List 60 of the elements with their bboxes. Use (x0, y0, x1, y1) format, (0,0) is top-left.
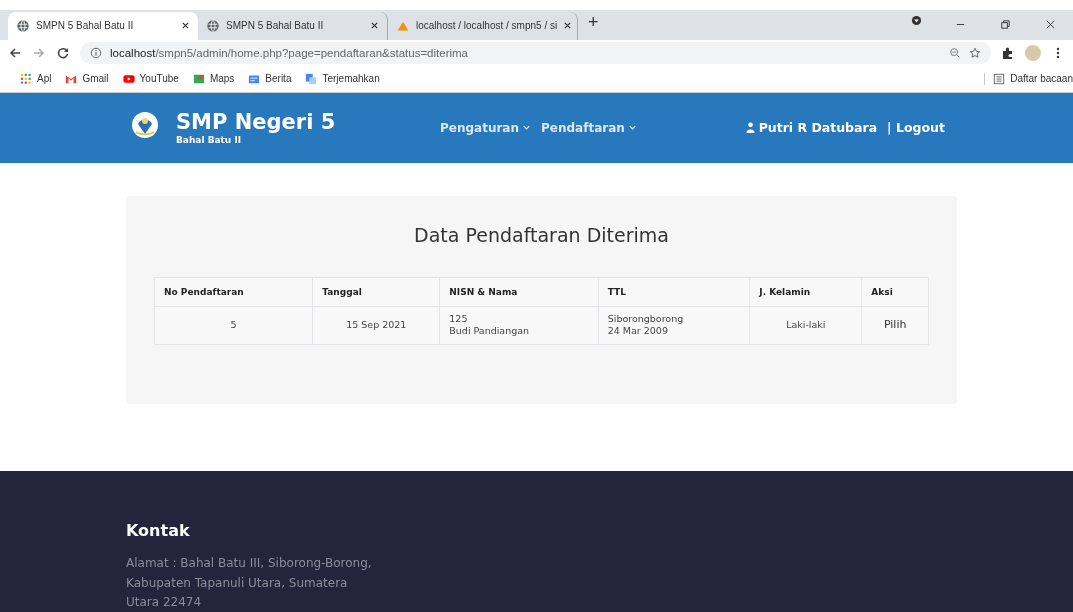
tab-title: SMPN 5 Bahal Batu II (36, 20, 135, 32)
zoom-out-icon[interactable] (949, 46, 961, 59)
table-cell: Siborongborong 24 Mar 2009 (598, 306, 750, 345)
browser-tab[interactable]: SMPN 5 Bahal Batu II (198, 11, 388, 40)
select-link[interactable]: Pilih (883, 318, 907, 332)
grid-icon (20, 72, 32, 85)
close-icon[interactable] (563, 21, 573, 31)
emblem-logo-icon (130, 110, 160, 141)
bookmark-link[interactable]: Terjemahkan (305, 72, 380, 85)
bookmark-link[interactable]: Maps (192, 72, 235, 85)
column-header: Aksi (861, 277, 929, 307)
puzzle-icon[interactable] (1001, 45, 1015, 60)
globe-icon (16, 18, 30, 33)
back-arrow-icon[interactable] (8, 45, 22, 60)
table-cell: Laki-laki (749, 306, 862, 345)
brand-subtitle: Bahal Batu II (176, 135, 243, 146)
address-text: Alamat : Bahal Batu III, Siborong-Borong, Kabupaten Tapanuli Utara, Sumatera Utara 22474 (126, 555, 373, 611)
bookmark-link[interactable]: YouTube (122, 72, 179, 85)
table-cell: 125 Budi Pandiangan (439, 306, 599, 345)
bookmark-link[interactable]: Gmail (65, 72, 109, 85)
chevron-down-icon (627, 123, 637, 133)
play-icon (122, 72, 135, 85)
restore-icon[interactable] (1000, 19, 1011, 31)
nav-dropdown[interactable]: Pendaftaran (541, 120, 637, 135)
list-icon (993, 72, 1006, 85)
user-icon (745, 122, 755, 134)
card-title: Data Pendaftaran Diterima (413, 224, 670, 247)
column-header: NISN & Nama (439, 277, 599, 307)
close-icon[interactable] (370, 21, 379, 31)
logout-link[interactable]: | Logout (887, 120, 945, 136)
user-link[interactable]: Putri R Datubara (745, 120, 878, 136)
reading-list-link[interactable]: Daftar bacaan (984, 72, 1073, 85)
bookmark-link[interactable]: Apl (20, 72, 52, 85)
star-icon[interactable] (969, 46, 981, 59)
chevron-down-icon (522, 123, 531, 133)
column-header: Tanggal (312, 277, 440, 307)
column-header: No Pendaftaran (154, 277, 313, 307)
close-icon[interactable] (181, 21, 190, 31)
address-bar[interactable]: localhost/smpn5/admin/home.php?page=pendaftaran&status=diterima (80, 41, 991, 64)
close-icon[interactable] (1045, 19, 1056, 31)
column-header: TTL (598, 277, 750, 307)
footer-heading: Kontak (126, 521, 191, 541)
bookmark-link[interactable]: Berita (248, 72, 292, 85)
info-icon (90, 46, 102, 59)
table-cell: 15 Sep 2021 (312, 306, 440, 345)
column-header: J. Kelamin (749, 277, 862, 307)
map-pin-icon (192, 72, 205, 85)
table-cell: 5 (154, 306, 313, 345)
url-text: localhost/smpn5/admin/home.php?page=pendaftaran&status=diterima (110, 46, 468, 59)
browser-tab[interactable]: localhost / localhost / smpn5 / si (388, 11, 578, 40)
browser-tab[interactable]: SMPN 5 Bahal Batu II (8, 11, 198, 40)
brand-title[interactable]: SMP Negeri 5 (176, 110, 336, 135)
tab-title: localhost / localhost / smpn5 / si (416, 20, 558, 32)
nav-dropdown[interactable]: Pengaturan (440, 120, 531, 135)
globe-icon (206, 18, 220, 33)
tab-title: SMPN 5 Bahal Batu II (226, 20, 325, 32)
profile-icon[interactable] (911, 14, 922, 26)
new-tab-button[interactable]: + (578, 11, 609, 38)
translate-icon (305, 72, 318, 85)
reload-icon[interactable] (56, 45, 70, 60)
